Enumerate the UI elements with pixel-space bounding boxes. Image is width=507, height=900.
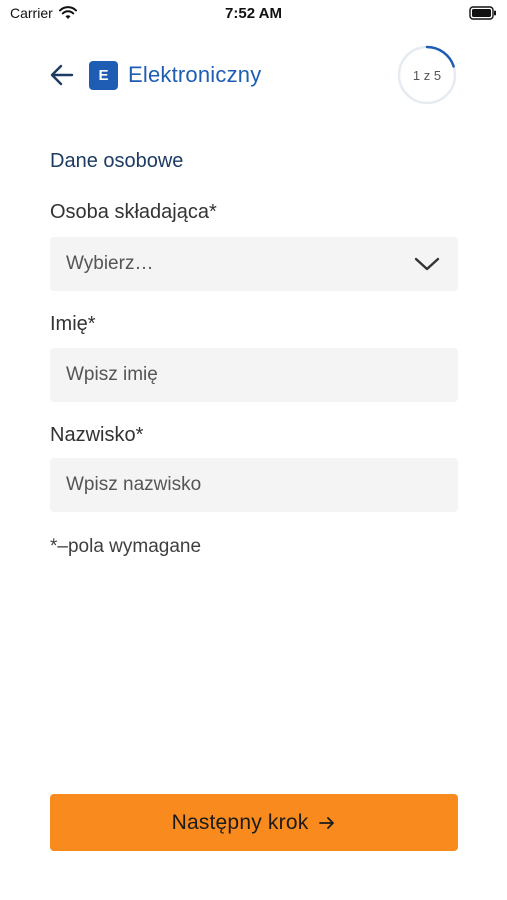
- arrow-right-icon: [319, 816, 335, 829]
- first-name-placeholder: Wpisz imię: [66, 364, 158, 385]
- back-arrow-icon[interactable]: [48, 60, 76, 90]
- step-counter: 1 z 5: [412, 67, 442, 83]
- last-name-placeholder: Wpisz nazwisko: [66, 474, 202, 495]
- brand-badge: E: [89, 61, 118, 90]
- field-label-applicant: Osoba składająca*: [50, 201, 217, 223]
- field-label-last-name: Nazwisko*: [50, 424, 144, 446]
- battery-icon: [469, 6, 496, 20]
- required-fields-note: *–pola wymagane: [50, 536, 202, 557]
- page-title: Elektroniczny: [128, 62, 262, 87]
- applicant-select-placeholder: Wybierz…: [66, 253, 154, 274]
- last-name-input[interactable]: Wpisz nazwisko: [50, 458, 458, 512]
- status-bar: Carrier 7:52 AM: [0, 0, 507, 30]
- status-time: 7:52 AM: [225, 5, 282, 22]
- section-title: Dane osobowe: [50, 150, 184, 172]
- chevron-down-icon: [414, 257, 440, 271]
- field-label-first-name: Imię*: [50, 313, 96, 335]
- applicant-select[interactable]: Wybierz…: [50, 237, 458, 291]
- next-step-label: Następny krok: [171, 810, 309, 834]
- step-indicator: 1 z 5: [397, 45, 457, 105]
- first-name-input[interactable]: Wpisz imię: [50, 348, 458, 402]
- next-step-button[interactable]: Następny krok: [50, 794, 458, 851]
